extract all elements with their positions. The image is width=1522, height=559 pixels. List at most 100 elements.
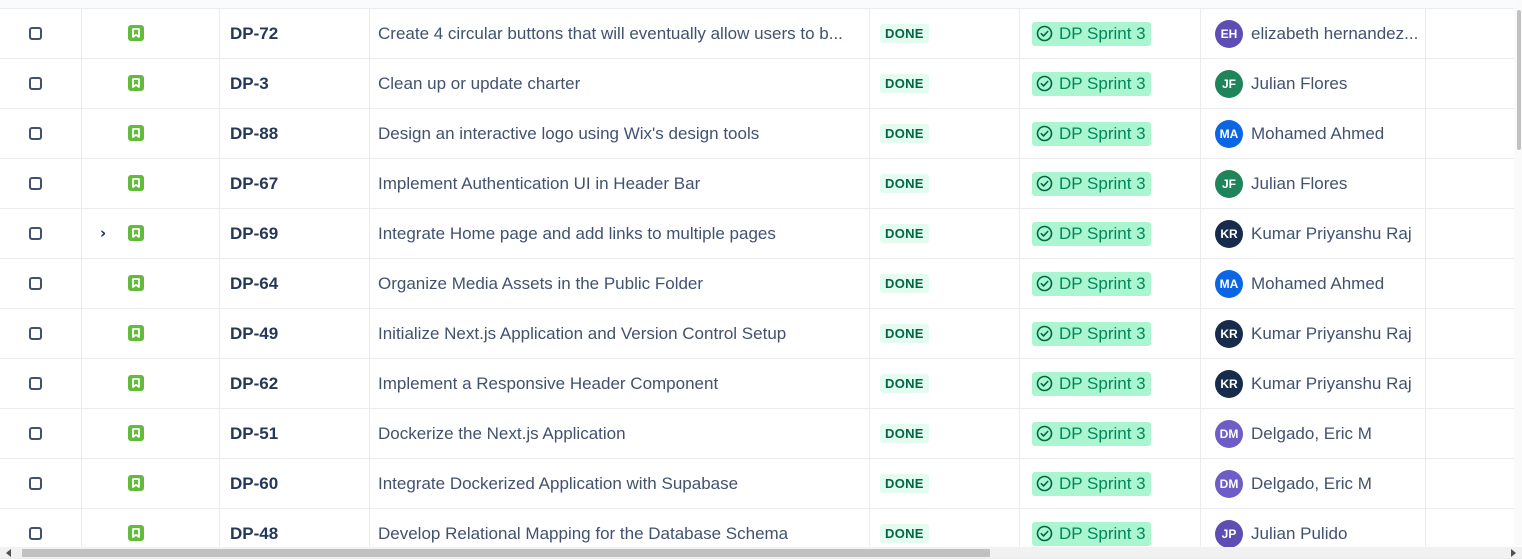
row-checkbox[interactable] (29, 227, 42, 240)
check-circle-icon (1036, 75, 1053, 92)
status-badge[interactable]: DONE (880, 324, 929, 343)
avatar: JF (1215, 69, 1243, 98)
assignee-cell[interactable]: EH elizabeth hernandez... (1201, 9, 1426, 58)
status-badge[interactable]: DONE (880, 374, 929, 393)
sprint-pill[interactable]: DP Sprint 3 (1032, 21, 1151, 46)
row-checkbox[interactable] (29, 427, 42, 440)
extra-cell (1426, 359, 1522, 408)
table-top-border (0, 0, 1522, 9)
sprint-pill[interactable]: DP Sprint 3 (1032, 421, 1151, 446)
sprint-cell: DP Sprint 3 (1020, 459, 1201, 508)
assignee-cell[interactable]: DM Delgado, Eric M (1201, 409, 1426, 458)
horizontal-scrollbar-thumb[interactable] (22, 549, 990, 557)
assignee-name: Kumar Priyanshu Raj (1251, 373, 1412, 393)
sprint-pill[interactable]: DP Sprint 3 (1032, 521, 1151, 546)
issue-key-link[interactable]: DP-48 (230, 524, 278, 544)
sprint-pill[interactable]: DP Sprint 3 (1032, 321, 1151, 346)
extra-cell (1426, 209, 1522, 258)
sprint-label: DP Sprint 3 (1059, 173, 1146, 193)
issue-summary[interactable]: Initialize Next.js Application and Versi… (378, 324, 786, 344)
issue-summary[interactable]: Dockerize the Next.js Application (378, 424, 626, 444)
status-badge[interactable]: DONE (880, 274, 929, 293)
table-row[interactable]: DP-72 Create 4 circular buttons that wil… (0, 9, 1522, 59)
scroll-left-icon[interactable] (6, 549, 11, 557)
bookmark-icon (128, 225, 144, 241)
assignee-cell[interactable]: MA Mohamed Ahmed (1201, 109, 1426, 158)
scroll-right-icon[interactable] (1511, 549, 1516, 557)
issue-key-link[interactable]: DP-69 (230, 224, 278, 244)
table-row[interactable]: DP-49 Initialize Next.js Application and… (0, 309, 1522, 359)
status-badge[interactable]: DONE (880, 74, 929, 93)
assignee-cell[interactable]: KR Kumar Priyanshu Raj (1201, 309, 1426, 358)
assignee-cell[interactable]: JF Julian Flores (1201, 59, 1426, 108)
assignee-name: Julian Flores (1251, 173, 1348, 193)
table-row[interactable]: DP-64 Organize Media Assets in the Publi… (0, 259, 1522, 309)
issue-summary[interactable]: Integrate Home page and add links to mul… (378, 224, 776, 244)
status-badge[interactable]: DONE (880, 24, 929, 43)
status-badge[interactable]: DONE (880, 124, 929, 143)
vertical-scrollbar[interactable] (1514, 0, 1522, 545)
issue-type-cell: › (82, 209, 220, 258)
issue-key-link[interactable]: DP-88 (230, 124, 278, 144)
vertical-scrollbar-thumb[interactable] (1517, 10, 1521, 150)
assignee-cell[interactable]: KR Kumar Priyanshu Raj (1201, 209, 1426, 258)
issue-key-link[interactable]: DP-62 (230, 374, 278, 394)
sprint-pill[interactable]: DP Sprint 3 (1032, 121, 1151, 146)
issue-summary[interactable]: Implement a Responsive Header Component (378, 374, 718, 394)
issue-summary[interactable]: Implement Authentication UI in Header Ba… (378, 174, 700, 194)
issue-key-link[interactable]: DP-67 (230, 174, 278, 194)
status-badge[interactable]: DONE (880, 224, 929, 243)
sprint-pill[interactable]: DP Sprint 3 (1032, 221, 1151, 246)
issue-key-link[interactable]: DP-51 (230, 424, 278, 444)
assignee-cell[interactable]: KR Kumar Priyanshu Raj (1201, 359, 1426, 408)
table-row[interactable]: DP-51 Dockerize the Next.js Application … (0, 409, 1522, 459)
sprint-pill[interactable]: DP Sprint 3 (1032, 371, 1151, 396)
issue-key-link[interactable]: DP-64 (230, 274, 278, 294)
assignee-cell[interactable]: DM Delgado, Eric M (1201, 459, 1426, 508)
issue-summary[interactable]: Clean up or update charter (378, 74, 580, 94)
chevron-right-icon[interactable]: › (100, 226, 114, 241)
issue-summary[interactable]: Organize Media Assets in the Public Fold… (378, 274, 703, 294)
assignee-cell[interactable]: JF Julian Flores (1201, 159, 1426, 208)
sprint-pill[interactable]: DP Sprint 3 (1032, 271, 1151, 296)
row-checkbox[interactable] (29, 277, 42, 290)
row-checkbox[interactable] (29, 377, 42, 390)
row-checkbox[interactable] (29, 327, 42, 340)
sprint-pill[interactable]: DP Sprint 3 (1032, 171, 1151, 196)
row-checkbox[interactable] (29, 477, 42, 490)
issue-summary[interactable]: Design an interactive logo using Wix's d… (378, 124, 759, 144)
issue-summary[interactable]: Create 4 circular buttons that will even… (378, 24, 843, 44)
table-row[interactable]: DP-60 Integrate Dockerized Application w… (0, 459, 1522, 509)
issue-key-link[interactable]: DP-49 (230, 324, 278, 344)
check-circle-icon (1036, 475, 1053, 492)
row-select-cell (0, 459, 82, 508)
row-checkbox[interactable] (29, 27, 42, 40)
issue-key-link[interactable]: DP-60 (230, 474, 278, 494)
status-badge[interactable]: DONE (880, 524, 929, 543)
status-badge[interactable]: DONE (880, 474, 929, 493)
issue-summary[interactable]: Integrate Dockerized Application with Su… (378, 474, 738, 494)
sprint-pill[interactable]: DP Sprint 3 (1032, 471, 1151, 496)
horizontal-scrollbar[interactable] (0, 547, 1522, 558)
status-badge[interactable]: DONE (880, 174, 929, 193)
row-checkbox[interactable] (29, 527, 42, 540)
table-row[interactable]: DP-3 Clean up or update charter DONE DP … (0, 59, 1522, 109)
row-checkbox[interactable] (29, 177, 42, 190)
issue-type-cell (82, 9, 220, 58)
table-row[interactable]: DP-67 Implement Authentication UI in Hea… (0, 159, 1522, 209)
bookmark-icon (128, 525, 144, 541)
status-badge[interactable]: DONE (880, 424, 929, 443)
assignee-cell[interactable]: MA Mohamed Ahmed (1201, 259, 1426, 308)
row-checkbox[interactable] (29, 77, 42, 90)
table-row[interactable]: › DP-69 Integrate Home page and add link… (0, 209, 1522, 259)
issue-summary[interactable]: Develop Relational Mapping for the Datab… (378, 524, 788, 544)
issue-key-link[interactable]: DP-3 (230, 74, 269, 94)
sprint-pill[interactable]: DP Sprint 3 (1032, 71, 1151, 96)
row-select-cell (0, 109, 82, 158)
issue-key-link[interactable]: DP-72 (230, 24, 278, 44)
row-checkbox[interactable] (29, 127, 42, 140)
check-circle-icon (1036, 225, 1053, 242)
assignee-name: Delgado, Eric M (1251, 423, 1372, 443)
table-row[interactable]: DP-62 Implement a Responsive Header Comp… (0, 359, 1522, 409)
table-row[interactable]: DP-88 Design an interactive logo using W… (0, 109, 1522, 159)
